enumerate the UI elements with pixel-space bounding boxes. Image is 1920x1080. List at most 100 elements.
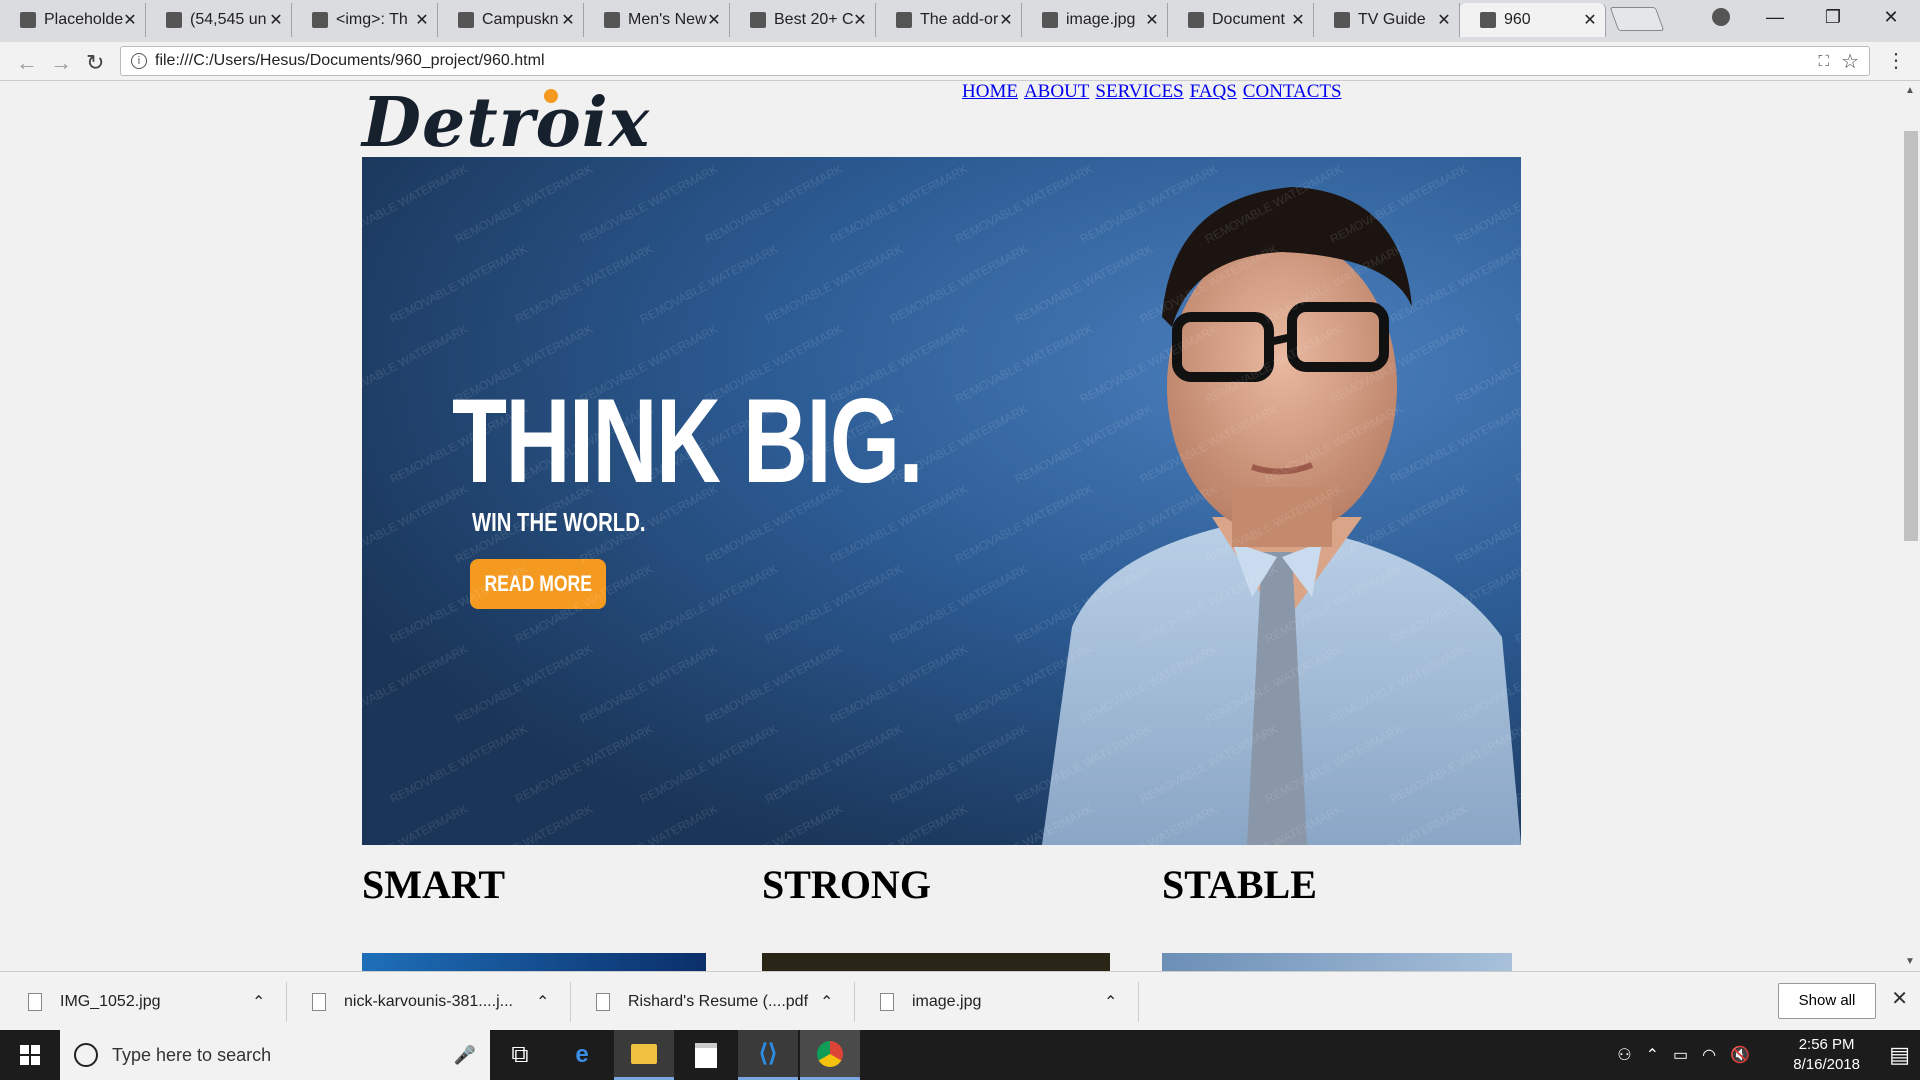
edge-icon[interactable]: e [552, 1030, 612, 1080]
nav-link-about[interactable]: ABOUT [1024, 81, 1089, 102]
download-options-chevron-icon[interactable]: ⌃ [252, 972, 265, 1031]
watermark-text: REMOVABLE WATERMARK [362, 801, 471, 845]
tab-title: Men's New [628, 11, 707, 28]
close-tab-icon[interactable]: ✕ [1145, 10, 1159, 30]
download-options-chevron-icon[interactable]: ⌃ [1104, 972, 1117, 1031]
browser-tab[interactable]: Campuskn ✕ [438, 3, 584, 37]
action-center-icon[interactable]: ▤ [1889, 1042, 1910, 1068]
start-button[interactable] [0, 1030, 60, 1080]
download-item[interactable]: nick-karvounis-381....j... [312, 972, 513, 1031]
document-icon [1188, 12, 1204, 28]
tab-title: 960 [1504, 11, 1531, 28]
browser-tab[interactable]: <img>: Th ✕ [292, 3, 438, 37]
wifi-icon[interactable]: ◠ [1702, 1045, 1716, 1065]
campus-icon [458, 12, 474, 28]
close-tab-icon[interactable]: ✕ [707, 10, 721, 30]
microphone-icon[interactable]: 🎤 [454, 1045, 476, 1066]
nav-link-services[interactable]: SERVICES [1095, 81, 1183, 102]
download-item[interactable]: Rishard's Resume (....pdf [596, 972, 808, 1031]
file-explorer-icon[interactable] [614, 1030, 674, 1080]
column-title-stable: STABLE [1162, 862, 1317, 907]
store-icon[interactable] [676, 1030, 736, 1080]
show-hidden-icons[interactable]: ⌃ [1646, 1045, 1659, 1065]
volume-muted-icon[interactable]: 🔇 [1730, 1045, 1750, 1065]
file-icon [312, 992, 326, 1011]
smart-image [362, 953, 706, 971]
tabs-container: Placeholde ✕ (54,545 un ✕ <img>: Th ✕ Campuskn… [0, 0, 1770, 37]
taskbar-clock[interactable]: 2:56 PM 8/16/2018 [1793, 1035, 1860, 1075]
watermark-text: REMOVABLE WATERMARK [827, 641, 971, 727]
url-text[interactable]: file:///C:/Users/Hesus/Documents/960_pro… [155, 52, 545, 70]
browser-tab[interactable]: image.jpg ✕ [1022, 3, 1168, 37]
close-tab-icon[interactable]: ✕ [1291, 10, 1305, 30]
download-options-chevron-icon[interactable]: ⌃ [536, 972, 549, 1031]
nav-link-faqs[interactable]: FAQS [1190, 81, 1237, 102]
tab-title: Document [1212, 11, 1285, 28]
windows-logo-icon [20, 1045, 40, 1065]
chrome-icon[interactable] [800, 1030, 860, 1080]
main-nav: HOME ABOUT SERVICES FAQS CONTACTS [962, 81, 1348, 103]
browser-tab[interactable]: Best 20+ C ✕ [730, 3, 876, 37]
nav-link-contacts[interactable]: CONTACTS [1243, 81, 1342, 102]
browser-tab[interactable]: 960 ✕ [1460, 3, 1606, 37]
back-button[interactable]: ← [16, 50, 38, 76]
watermark-text: REMOVABLE WATERMARK [827, 801, 971, 845]
download-filename: nick-karvounis-381....j... [344, 992, 513, 1010]
close-tab-icon[interactable]: ✕ [1437, 10, 1451, 30]
download-separator [570, 982, 571, 1022]
nav-link-home[interactable]: HOME [962, 81, 1018, 102]
close-tab-icon[interactable]: ✕ [415, 10, 429, 30]
forward-button[interactable]: → [50, 50, 72, 76]
document-icon [1334, 12, 1350, 28]
browser-tab[interactable]: Document ✕ [1168, 3, 1314, 37]
new-tab-button[interactable] [1609, 7, 1665, 31]
download-item[interactable]: image.jpg [880, 972, 981, 1031]
download-filename: image.jpg [912, 992, 982, 1010]
browser-tab[interactable]: TV Guide ✕ [1314, 3, 1460, 37]
close-tab-icon[interactable]: ✕ [999, 10, 1013, 30]
site-logo[interactable]: Detroix [362, 83, 650, 163]
tab-strip: Placeholde ✕ (54,545 un ✕ <img>: Th ✕ Campuskn… [0, 0, 1920, 42]
battery-icon[interactable]: ▭ [1673, 1045, 1688, 1065]
close-tab-icon[interactable]: ✕ [1583, 10, 1597, 30]
translate-icon[interactable]: ⛶ [1818, 53, 1829, 70]
tab-title: (54,545 un [190, 11, 267, 28]
bookmark-star-icon[interactable]: ☆ [1841, 49, 1859, 74]
watermark-text: REMOVABLE WATERMARK [702, 161, 846, 247]
document-icon [1480, 12, 1496, 28]
z-icon [604, 12, 620, 28]
tab-title: Campuskn [482, 11, 559, 28]
maximize-button[interactable]: ❐ [1804, 7, 1862, 28]
download-options-chevron-icon[interactable]: ⌃ [820, 972, 833, 1031]
browser-tab[interactable]: Men's New ✕ [584, 3, 730, 37]
scroll-down-icon[interactable]: ▼ [1905, 956, 1915, 967]
browser-tab[interactable]: The add-or ✕ [876, 3, 1022, 37]
cortana-icon [74, 1043, 98, 1067]
close-tab-icon[interactable]: ✕ [853, 10, 867, 30]
address-bar[interactable]: i file:///C:/Users/Hesus/Documents/960_p… [120, 46, 1870, 76]
watermark-text: REMOVABLE WATERMARK [762, 721, 906, 807]
scroll-thumb[interactable] [1904, 131, 1918, 541]
close-tab-icon[interactable]: ✕ [123, 10, 137, 30]
minimize-button[interactable]: — [1746, 7, 1804, 28]
watermark-text: REMOVABLE WATERMARK [827, 161, 971, 247]
task-view-icon[interactable]: ⧉ [490, 1030, 550, 1080]
download-item[interactable]: IMG_1052.jpg [28, 972, 161, 1031]
info-icon[interactable]: i [131, 53, 147, 69]
browser-tab[interactable]: (54,545 un ✕ [146, 3, 292, 37]
close-tab-icon[interactable]: ✕ [269, 10, 283, 30]
scroll-up-icon[interactable]: ▲ [1905, 85, 1915, 96]
profile-icon[interactable] [1712, 8, 1730, 26]
show-all-button[interactable]: Show all [1778, 983, 1876, 1019]
close-download-bar-icon[interactable]: ✕ [1891, 986, 1908, 1011]
close-tab-icon[interactable]: ✕ [561, 10, 575, 30]
taskbar-search[interactable]: Type here to search 🎤 [60, 1030, 490, 1080]
browser-tab[interactable]: Placeholde ✕ [0, 3, 146, 37]
reload-button[interactable]: ↻ [86, 50, 104, 76]
browser-menu-icon[interactable]: ⋮ [1886, 48, 1906, 73]
people-icon[interactable]: ⚇ [1617, 1045, 1631, 1065]
download-filename: Rishard's Resume (....pdf [628, 992, 809, 1010]
close-window-button[interactable]: ✕ [1862, 7, 1920, 28]
page-scrollbar[interactable]: ▲ ▼ [1900, 81, 1920, 971]
vscode-icon[interactable]: ⟨⟩ [738, 1030, 798, 1080]
